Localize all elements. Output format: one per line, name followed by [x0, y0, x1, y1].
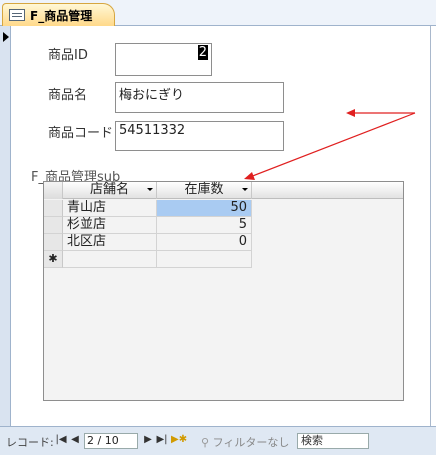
new-record-button[interactable]: ▶✱ — [171, 433, 187, 447]
search-input[interactable]: 検索 — [297, 433, 369, 449]
arrow-head-icon — [346, 109, 355, 117]
arrow-line — [249, 112, 416, 178]
filter-label: フィルターなし — [212, 436, 290, 449]
record-label: レコード: — [6, 436, 54, 449]
filter-icon: ⚲ — [201, 436, 213, 449]
last-record-button[interactable]: ▶| — [156, 433, 168, 447]
record-position-input[interactable]: 2 / 10 — [84, 433, 138, 449]
filter-toggle[interactable]: ⚲ フィルターなし — [201, 434, 289, 450]
annotation-arrows — [244, 109, 416, 180]
record-navigation-bar: レコード: |◀ ◀ 2 / 10 ▶ ▶| ▶✱ ⚲ フィルターなし 検索 — [0, 426, 436, 455]
previous-record-button[interactable]: ◀ — [69, 433, 81, 447]
next-record-button[interactable]: ▶ — [142, 433, 154, 447]
first-record-button[interactable]: |◀ — [55, 433, 67, 447]
arrow-head-icon — [244, 172, 255, 180]
